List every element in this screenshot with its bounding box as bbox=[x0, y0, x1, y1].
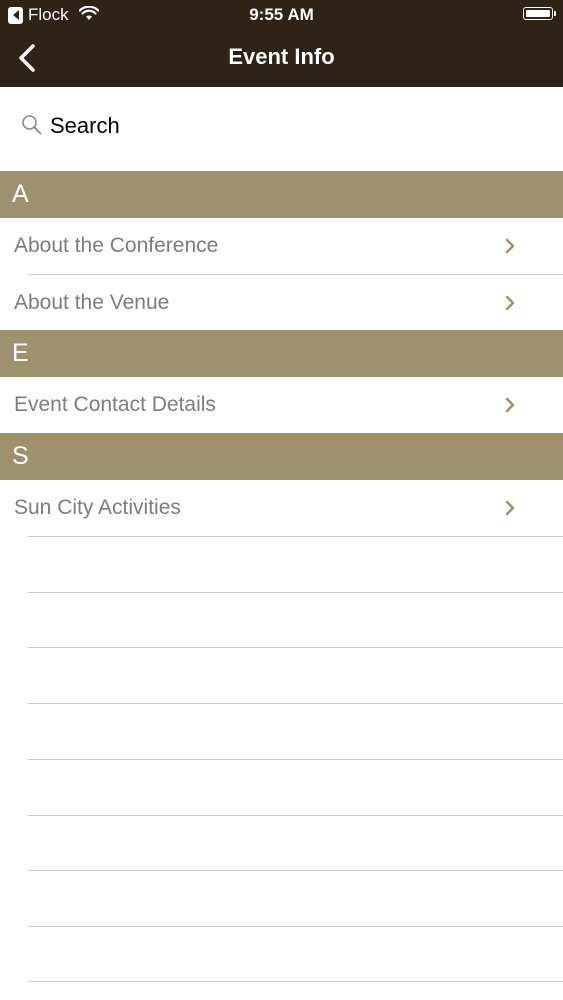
search-input[interactable] bbox=[50, 109, 530, 143]
search-bar bbox=[0, 87, 563, 171]
list-item-label: About the Venue bbox=[14, 291, 170, 314]
row-divider bbox=[28, 981, 563, 982]
row-divider bbox=[28, 647, 563, 648]
row-divider bbox=[28, 536, 563, 537]
nav-bar: Event Info bbox=[0, 30, 563, 87]
list-item-event-contact-details[interactable]: Event Contact Details bbox=[0, 377, 563, 433]
row-divider bbox=[28, 926, 563, 927]
list-item-label: About the Conference bbox=[14, 234, 219, 257]
status-time: 9:55 AM bbox=[249, 5, 314, 24]
list-item-about-conference[interactable]: About the Conference bbox=[0, 218, 563, 274]
chevron-right-icon bbox=[505, 295, 515, 311]
search-icon bbox=[22, 115, 42, 135]
row-divider bbox=[28, 703, 563, 704]
section-header-e: E bbox=[0, 330, 563, 377]
top-bar: Flock 9:55 AM Event Info bbox=[0, 0, 563, 87]
list-item-label: Sun City Activities bbox=[14, 496, 181, 519]
status-bar: Flock 9:55 AM bbox=[0, 0, 563, 30]
chevron-right-icon bbox=[505, 500, 515, 516]
chevron-right-icon bbox=[505, 238, 515, 254]
list-item-about-venue[interactable]: About the Venue bbox=[0, 275, 563, 331]
row-divider bbox=[28, 815, 563, 816]
chevron-right-icon bbox=[505, 397, 515, 413]
row-divider bbox=[28, 592, 563, 593]
section-header-s: S bbox=[0, 433, 563, 480]
row-divider bbox=[28, 759, 563, 760]
battery-icon bbox=[523, 7, 556, 20]
row-divider bbox=[28, 870, 563, 871]
list-item-sun-city-activities[interactable]: Sun City Activities bbox=[0, 480, 563, 536]
page-title: Event Info bbox=[228, 44, 335, 69]
section-header-a: A bbox=[0, 171, 563, 218]
list-item-label: Event Contact Details bbox=[14, 393, 216, 416]
